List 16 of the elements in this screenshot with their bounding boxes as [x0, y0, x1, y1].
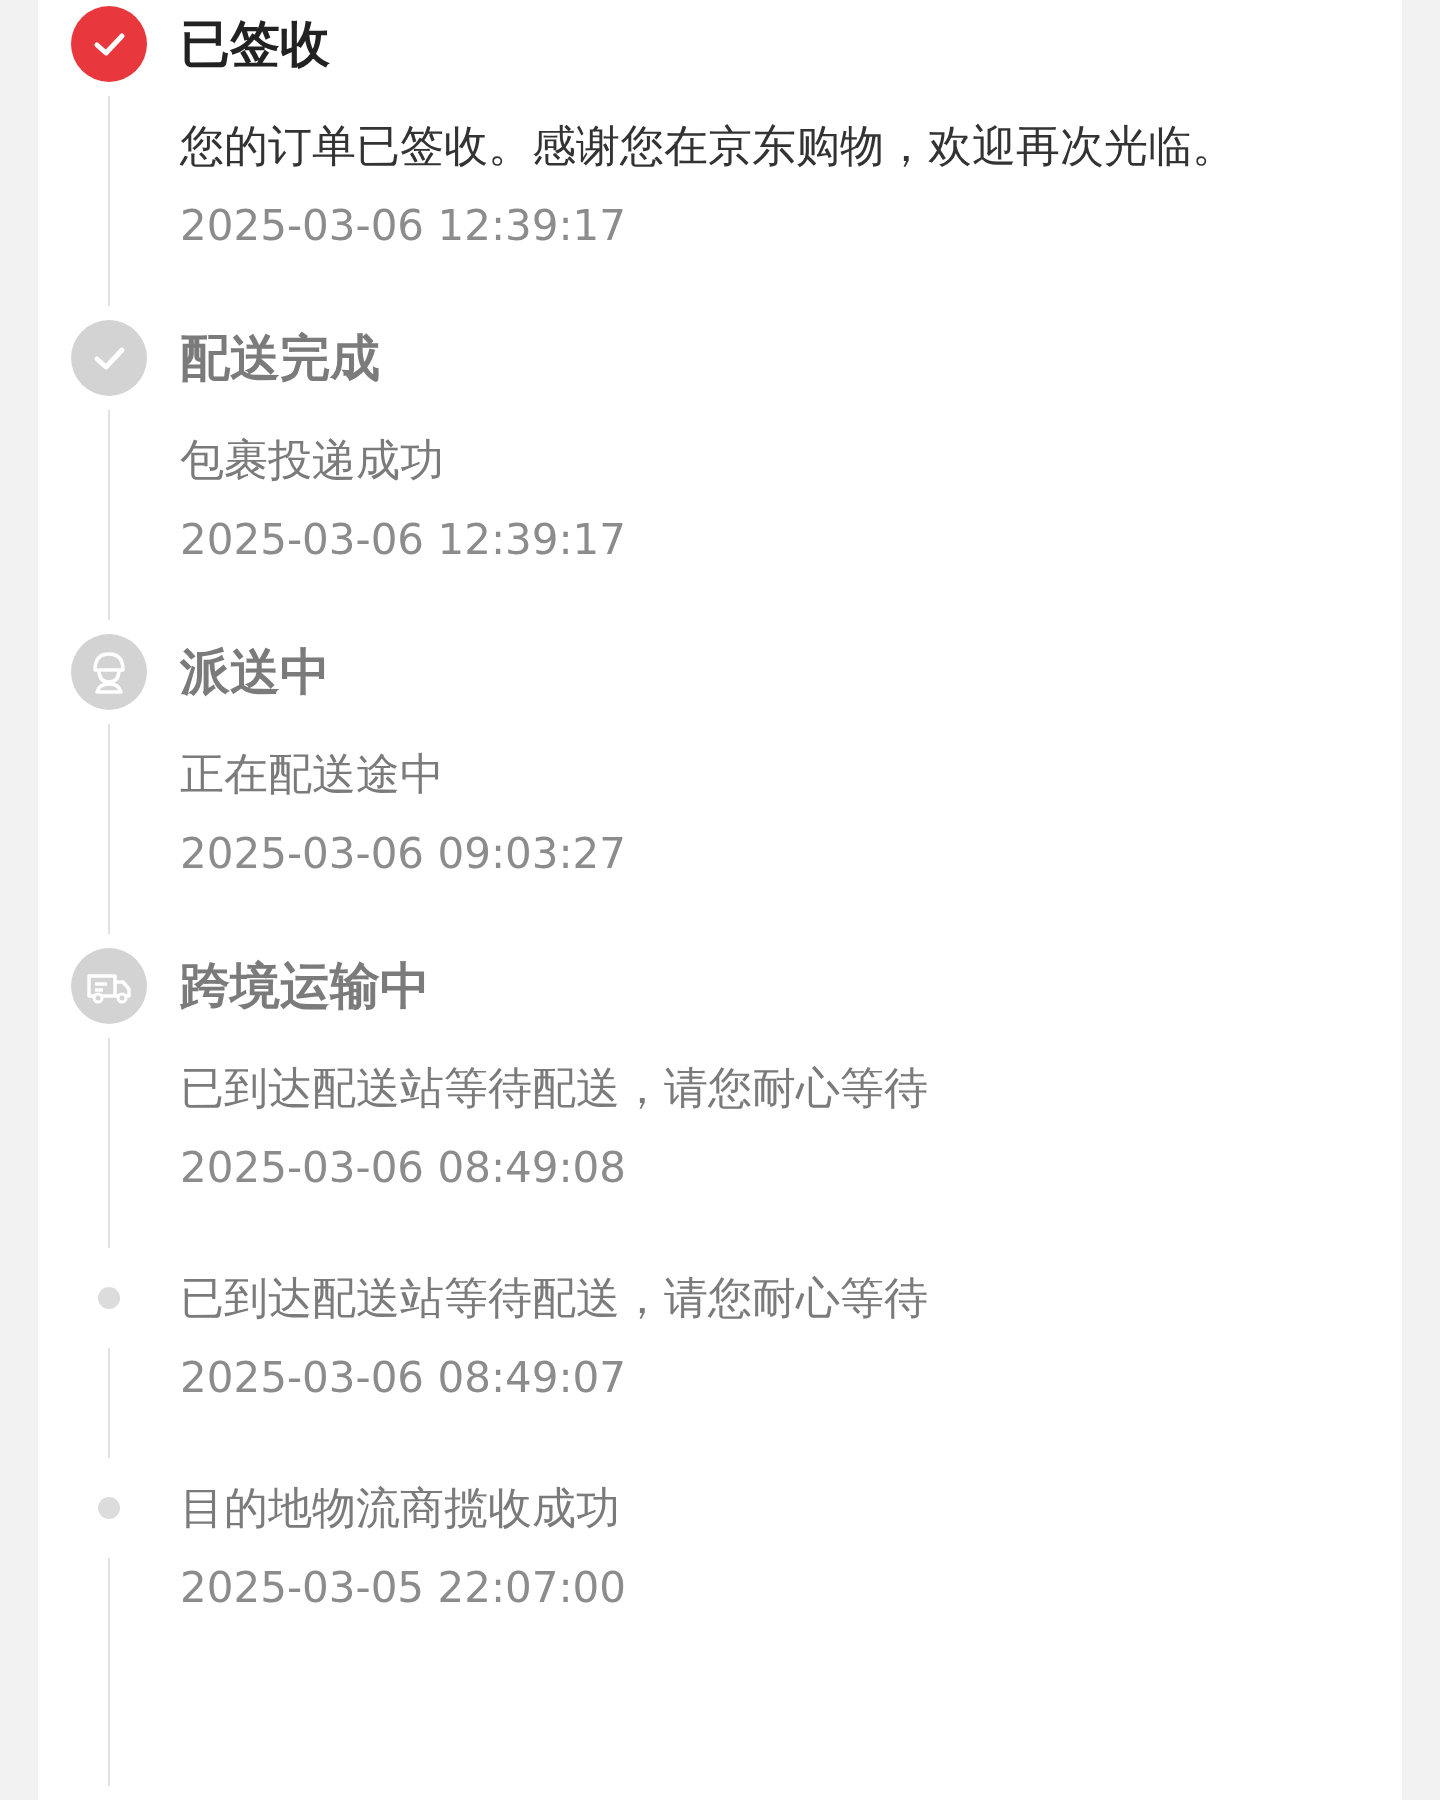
- status-description: 包裹投递成功: [180, 433, 445, 487]
- status-description: 已到达配送站等待配送，请您耐心等待: [180, 1271, 928, 1325]
- status-time: 2025-03-06 08:49:07: [180, 1352, 628, 1404]
- status-description: 您的订单已签收。感谢您在京东购物，欢迎再次光临。: [180, 119, 1236, 173]
- status-description: 目的地物流商揽收成功: [180, 1481, 621, 1535]
- status-description: 已到达配送站等待配送，请您耐心等待: [180, 1061, 928, 1115]
- status-title: 跨境运输中: [180, 955, 431, 1017]
- status-time: 2025-03-06 08:49:08: [180, 1142, 628, 1194]
- status-description: 正在配送途中: [180, 747, 445, 801]
- status-title: 配送完成: [180, 327, 381, 389]
- status-title: 派送中: [180, 641, 331, 703]
- status-time: 2025-03-06 12:39:17: [180, 514, 627, 566]
- status-time: 2025-03-06 09:03:27: [180, 828, 627, 880]
- status-time: 2025-03-05 22:07:00: [180, 1562, 627, 1614]
- status-time: 2025-03-06 12:39:17: [180, 200, 628, 252]
- status-title: 已签收: [180, 13, 331, 75]
